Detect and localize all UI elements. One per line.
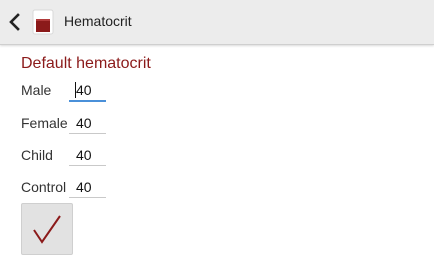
confirm-button[interactable] [21,203,73,255]
checkmark-icon [33,215,61,244]
control-hematocrit-field[interactable] [69,177,106,198]
app-icon [30,8,56,36]
male-label: Male [21,82,52,98]
blood-tube-icon [32,9,54,35]
section-title: Default hematocrit [21,55,151,72]
chevron-left-icon [9,13,20,31]
female-label: Female [21,115,68,131]
page-title: Hematocrit [64,13,132,29]
action-bar: Hematocrit [0,0,434,45]
child-label: Child [21,147,53,163]
control-label: Control [21,179,67,195]
female-hematocrit-field[interactable] [69,113,106,134]
back-button[interactable] [6,10,24,34]
child-hematocrit-field[interactable] [69,145,106,166]
text-caret [75,82,76,98]
